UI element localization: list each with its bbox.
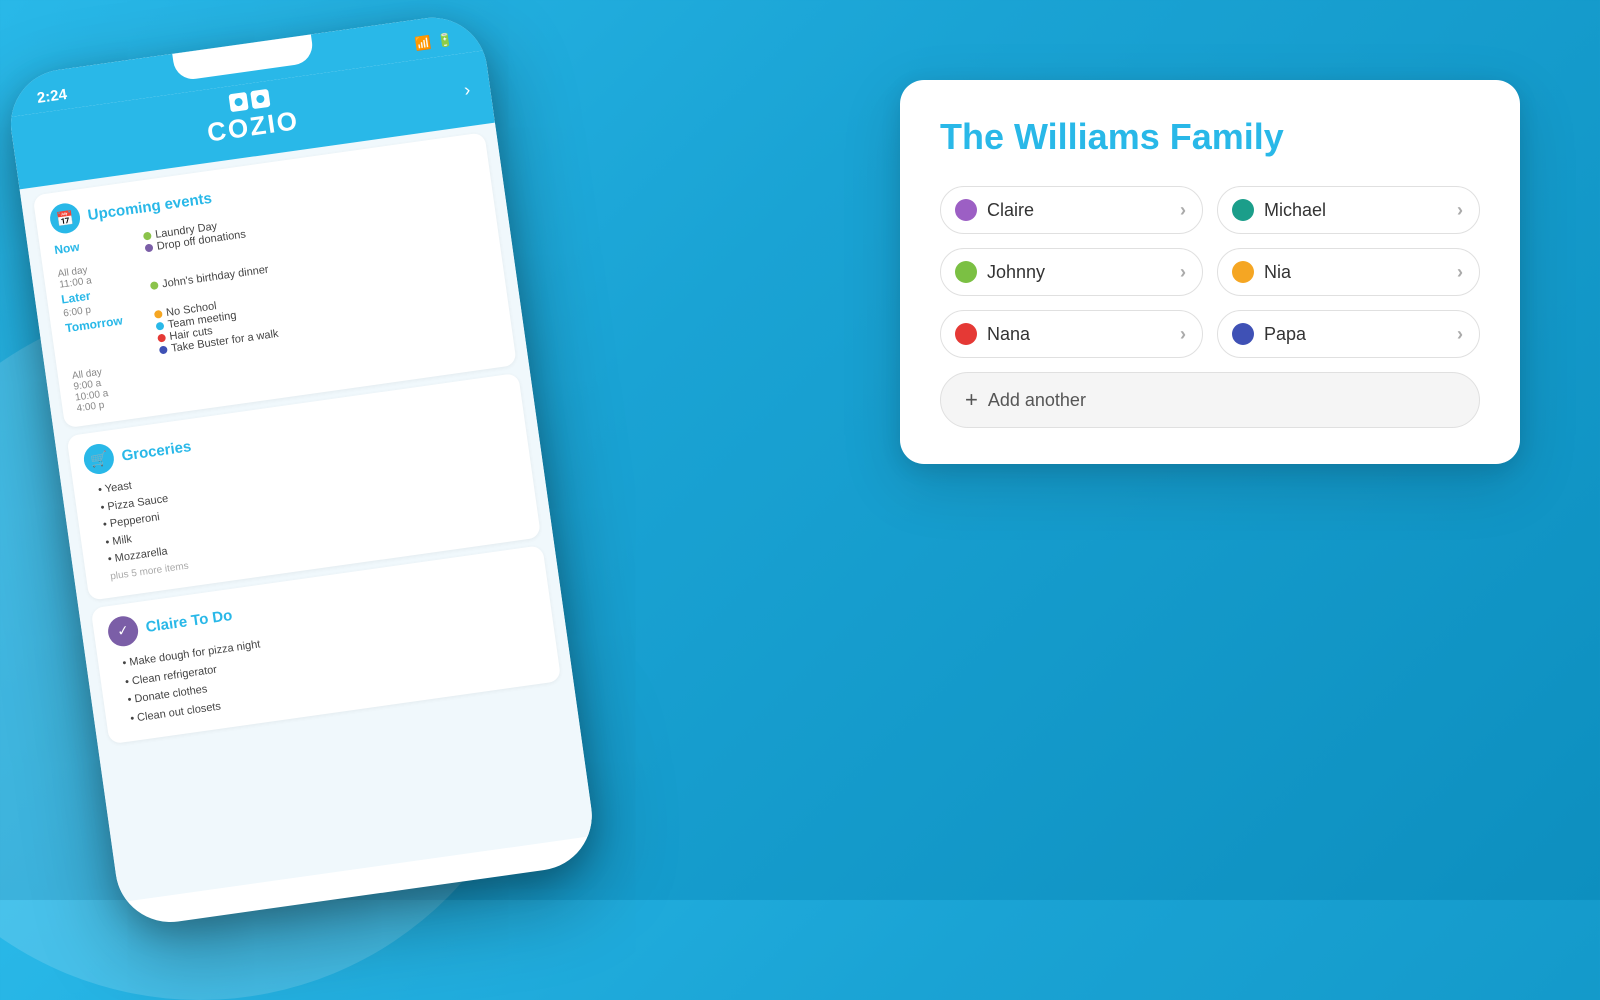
family-card: The Williams Family Claire › Michael › J…	[900, 80, 1520, 464]
add-icon: +	[965, 387, 978, 413]
app-logo-text: COZIO	[205, 105, 301, 149]
status-icons: 📶 🔋	[414, 32, 454, 53]
member-michael-left: Michael	[1232, 199, 1326, 221]
event-dot-birthday	[150, 281, 159, 290]
member-claire[interactable]: Claire ›	[940, 186, 1203, 234]
event-dot-laundry	[143, 232, 152, 241]
header-chevron-icon[interactable]: ›	[463, 79, 472, 101]
app-logo: COZIO	[203, 85, 302, 148]
member-nia-chevron: ›	[1457, 262, 1463, 283]
member-nia[interactable]: Nia ›	[1217, 248, 1480, 296]
member-claire-dot	[955, 199, 977, 221]
member-papa[interactable]: Papa ›	[1217, 310, 1480, 358]
member-claire-name: Claire	[987, 200, 1034, 221]
events-title: Upcoming events	[87, 189, 213, 223]
todo-icon: ✓	[106, 614, 140, 648]
member-nana[interactable]: Nana ›	[940, 310, 1203, 358]
app-content: 📅 Upcoming events Now Laundry Day Drop o…	[20, 123, 596, 903]
member-nia-dot	[1232, 261, 1254, 283]
member-papa-dot	[1232, 323, 1254, 345]
logo-icon-1	[228, 92, 248, 112]
member-michael-dot	[1232, 199, 1254, 221]
groceries-title: Groceries	[120, 438, 192, 465]
member-michael[interactable]: Michael ›	[1217, 186, 1480, 234]
member-nana-chevron: ›	[1180, 324, 1186, 345]
member-papa-name: Papa	[1264, 324, 1306, 345]
dot-noschool	[154, 310, 163, 319]
member-papa-chevron: ›	[1457, 324, 1463, 345]
event-dot-donations	[145, 243, 154, 252]
add-another-button[interactable]: + Add another	[940, 372, 1480, 428]
member-johnny-left: Johnny	[955, 261, 1045, 283]
family-title: The Williams Family	[940, 116, 1480, 158]
member-johnny-chevron: ›	[1180, 262, 1186, 283]
member-claire-chevron: ›	[1180, 200, 1186, 221]
dot-team	[155, 322, 164, 331]
tomorrow-label: Tomorrow	[64, 310, 150, 369]
member-papa-left: Papa	[1232, 323, 1306, 345]
member-nia-name: Nia	[1264, 262, 1291, 283]
member-nana-name: Nana	[987, 324, 1030, 345]
todo-title: Claire To Do	[145, 607, 234, 636]
dot-buster	[159, 345, 168, 354]
battery-icon: 🔋	[436, 32, 454, 50]
member-michael-name: Michael	[1264, 200, 1326, 221]
dot-haircuts	[157, 334, 166, 343]
member-johnny-dot	[955, 261, 977, 283]
events-icon: 📅	[48, 201, 82, 235]
member-michael-chevron: ›	[1457, 200, 1463, 221]
wifi-icon: 📶	[414, 35, 432, 53]
member-claire-left: Claire	[955, 199, 1034, 221]
event-birthday-text: John's birthday dinner	[161, 264, 269, 291]
member-nia-left: Nia	[1232, 261, 1291, 283]
member-nana-dot	[955, 323, 977, 345]
add-another-label: Add another	[988, 390, 1086, 411]
member-johnny-name: Johnny	[987, 262, 1045, 283]
phone-time: 2:24	[36, 85, 68, 106]
logo-icon-2	[250, 89, 270, 109]
groceries-icon: 🛒	[82, 442, 116, 476]
family-grid: Claire › Michael › Johnny › Nia	[940, 186, 1480, 358]
member-nana-left: Nana	[955, 323, 1030, 345]
member-johnny[interactable]: Johnny ›	[940, 248, 1203, 296]
tomorrow-times: All day 9:00 a 10:00 a 4:00 p	[71, 360, 156, 415]
